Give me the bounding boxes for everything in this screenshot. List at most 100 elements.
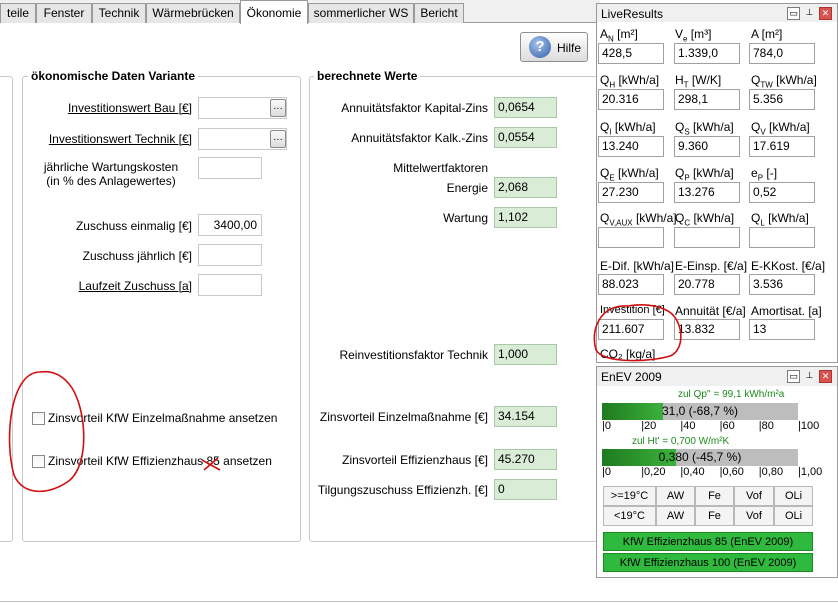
zuschuss-einmalig-input[interactable]: 3400,00 <box>198 214 262 236</box>
result-label: eP [-] <box>751 166 778 183</box>
energie-value: 2,068 <box>494 177 557 198</box>
enev-title: EnEV 2009 <box>601 370 662 384</box>
zuschuss-jaehrlich-label: Zuschuss jährlich [€] <box>82 249 192 263</box>
result-label: QTW [kWh/a] <box>751 73 817 90</box>
ht-tick-label: |0,60 <box>719 466 744 478</box>
kfw100-status: KfW Effizienzhaus 100 (EnEV 2009) <box>603 553 813 572</box>
pin-icon[interactable]: ⊥ <box>803 7 816 20</box>
result-value: 13.832 <box>674 319 740 340</box>
result-label: E-Einsp. [€/a] <box>675 259 748 273</box>
dock-window-icon[interactable]: ▭ <box>787 7 800 20</box>
status-separator <box>0 601 838 602</box>
result-label: QC [kWh/a] <box>675 211 735 228</box>
zinsvorteil-einzel-value: 34.154 <box>494 406 557 427</box>
tab-oekonomie[interactable]: Ökonomie <box>240 0 308 24</box>
fe-button[interactable]: Fe <box>695 486 734 506</box>
result-label: QE [kWh/a] <box>600 166 659 183</box>
annuitaet-kapital-label: Annuitätsfaktor Kapital-Zins <box>341 101 488 115</box>
zinsvorteil-effizienz-label: Zinsvorteil Effizienzhaus [€] <box>342 453 488 467</box>
close-icon[interactable]: ✕ <box>819 370 832 383</box>
qp-bar-text: 31,0 (-68,7 %) <box>661 404 739 418</box>
kfw-effizienzhaus-label: Zinsvorteil KfW Effizienzhaus 85 ansetze… <box>48 454 272 468</box>
oli-button[interactable]: OLi <box>774 506 813 526</box>
ht-bar: 0,380 (-45,7 %) <box>602 449 798 466</box>
ht-tick-label: |0,80 <box>758 466 784 478</box>
result-value: 0,52 <box>749 182 815 203</box>
ht-tick-label: |0,20 <box>641 466 666 478</box>
result-label: QI [kWh/a] <box>600 120 656 137</box>
ht-tick-label: |0,40 <box>680 466 705 478</box>
result-value: 211.607 <box>598 319 664 340</box>
wartung-label: Wartung <box>443 211 488 225</box>
qp-tick-label: |0 <box>602 420 611 432</box>
aw-button[interactable]: AW <box>656 486 695 506</box>
vof-button[interactable]: Vof <box>734 506 774 526</box>
result-value: 13.240 <box>598 136 664 157</box>
reinvestitionsfaktor-label: Reinvestitionsfaktor Technik <box>339 348 488 362</box>
tab-bar: teile Fenster Technik Wärmebrücken Ökono… <box>0 0 600 24</box>
tilgungszuschuss-value: 0 <box>494 479 557 500</box>
result-value: 784,0 <box>749 43 815 64</box>
vof-button[interactable]: Vof <box>734 486 774 506</box>
zuschuss-einmalig-label: Zuschuss einmalig [€] <box>75 219 192 233</box>
result-value: 20.316 <box>598 89 664 110</box>
result-label: HT [W/K] <box>675 73 722 90</box>
kfw-einzelmassnahme-label: Zinsvorteil KfW Einzelmaßnahme ansetzen <box>48 411 278 425</box>
fe-button[interactable]: Fe <box>695 506 734 526</box>
ht-tick-label: |1,00 <box>798 466 823 478</box>
result-label: QV [kWh/a] <box>751 120 810 137</box>
kfw-effizienzhaus-checkbox[interactable] <box>32 455 45 468</box>
zuschuss-jaehrlich-input[interactable] <box>198 244 262 266</box>
help-button[interactable]: ? Hilfe <box>520 32 588 62</box>
result-value: 17.619 <box>749 136 815 157</box>
temp-lt19-button[interactable]: <19°C <box>603 506 656 526</box>
oekonomische-daten-title: ökonomische Daten Variante <box>28 69 199 83</box>
result-value: 88.023 <box>598 274 664 295</box>
result-value: 5.356 <box>749 89 815 110</box>
tab-waermebruecken[interactable]: Wärmebrücken <box>146 3 240 23</box>
tab-technik[interactable]: Technik <box>92 3 146 23</box>
help-icon: ? <box>529 36 551 58</box>
kfw85-status: KfW Effizienzhaus 85 (EnEV 2009) <box>603 532 813 551</box>
result-label: A [m²] <box>751 27 783 41</box>
result-value: 9.360 <box>674 136 740 157</box>
result-value: 13.276 <box>674 182 740 203</box>
tab-fenster[interactable]: Fenster <box>36 3 92 23</box>
laufzeit-zuschuss-label: Laufzeit Zuschuss [a] <box>78 279 192 293</box>
previous-group-edge <box>0 76 13 542</box>
result-label: Annuität [€/a] <box>675 304 746 318</box>
qp-caption: zul Qp'' = 99,1 kWh/m²a <box>678 389 785 400</box>
dock-window-icon[interactable]: ▭ <box>787 370 800 383</box>
investition-bau-label: Investitionswert Bau [€] <box>67 101 192 115</box>
tab-bericht[interactable]: Bericht <box>414 3 464 23</box>
result-label: QS [kWh/a] <box>675 120 734 137</box>
berechnete-werte-title: berechnete Werte <box>314 69 421 83</box>
qp-tick-label: |80 <box>758 420 774 432</box>
investition-technik-label: Investitionswert Technik [€] <box>48 132 192 146</box>
investition-bau-browse-button[interactable]: … <box>270 99 286 117</box>
result-label: QV,AUX [kWh/a] <box>600 211 677 228</box>
kfw-einzelmassnahme-checkbox[interactable] <box>32 412 45 425</box>
qp-tick-label: |20 <box>641 420 657 432</box>
result-label: E-Dif. [kWh/a] <box>600 259 675 273</box>
tab-sommerlicher-ws[interactable]: sommerlicher WS <box>308 3 414 23</box>
temp-ge19-button[interactable]: >=19°C <box>603 486 656 506</box>
close-icon[interactable]: ✕ <box>819 7 832 20</box>
ht-bar-text: 0,380 (-45,7 %) <box>658 450 742 464</box>
annuitaet-kalk-label: Annuitätsfaktor Kalk.-Zins <box>351 131 488 145</box>
qp-tick-label: |40 <box>680 420 696 432</box>
result-value: 298,1 <box>674 89 740 110</box>
result-label: Investition [€] <box>600 304 665 316</box>
result-value: 20.778 <box>674 274 740 295</box>
aw-button[interactable]: AW <box>656 506 695 526</box>
energie-label: Energie <box>446 181 488 195</box>
ht-tick-label: |0 <box>602 466 611 478</box>
tab-bauteile[interactable]: teile <box>0 3 36 23</box>
wartungskosten-input[interactable] <box>198 157 262 179</box>
pin-icon[interactable]: ⊥ <box>803 370 816 383</box>
result-value: 3.536 <box>749 274 815 295</box>
investition-technik-browse-button[interactable]: … <box>270 130 286 148</box>
laufzeit-zuschuss-input[interactable] <box>198 274 262 296</box>
oli-button[interactable]: OLi <box>774 486 813 506</box>
result-label: QH [kWh/a] <box>600 73 660 90</box>
